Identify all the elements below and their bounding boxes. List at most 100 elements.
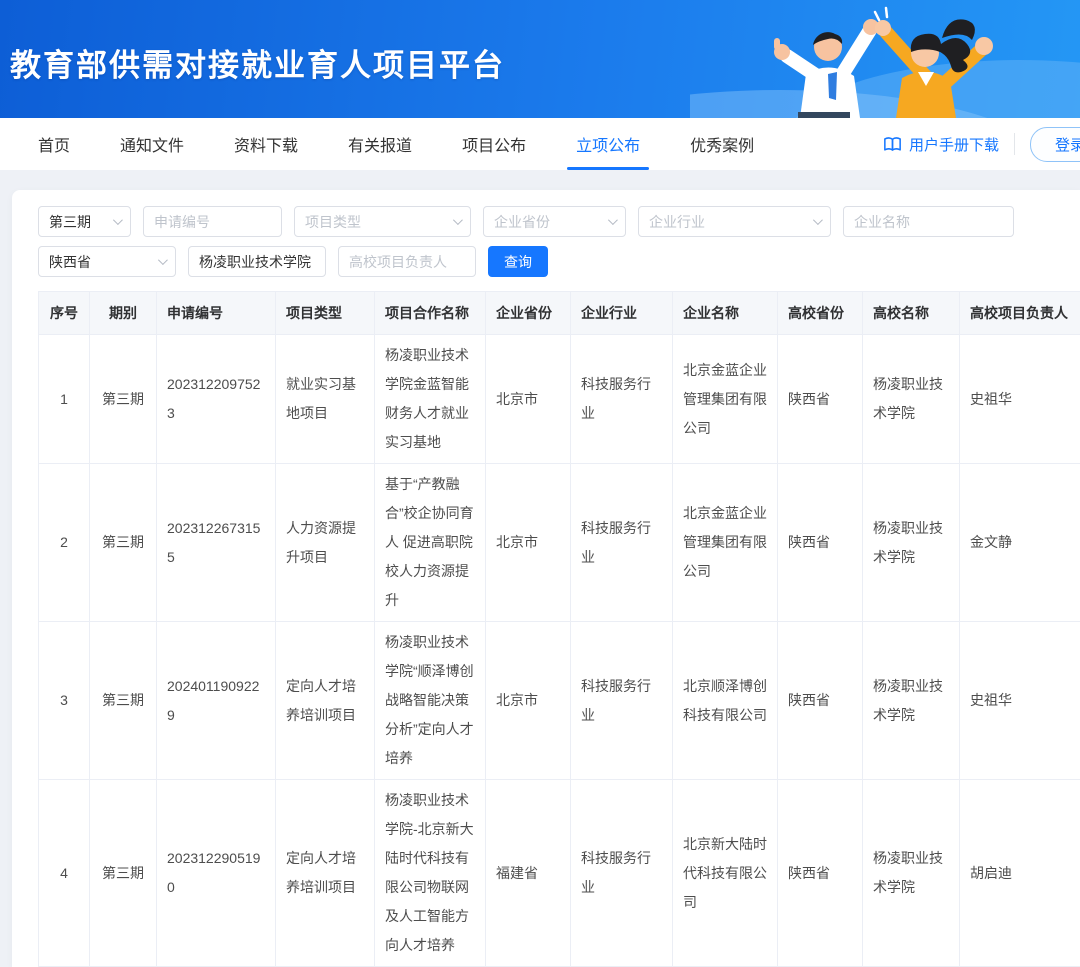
period-select-text: 第三期 [49,212,91,232]
table-cell: 定向人才培养培训项目 [276,622,375,780]
university-name-input[interactable]: 杨凌职业技术学院 [188,246,326,277]
table-cell: 3 [39,622,90,780]
column-header: 申请编号 [157,292,276,335]
table-row: 4第三期2023122905190定向人才培养培训项目杨凌职业技术学院-北京新大… [39,780,1080,967]
table-cell: 北京市 [486,464,571,622]
university-province-select[interactable]: 陕西省 [38,246,176,277]
book-icon [883,136,902,153]
table-cell: 福建省 [486,780,571,967]
enterprise-industry-select[interactable]: 企业行业 [638,206,831,237]
table-cell: 北京金蓝企业管理集团有限公司 [673,464,778,622]
table-cell: 基于“产教融合”校企协同育人 促进高职院校人力资源提升 [375,464,486,622]
enterprise-name-input-text: 企业名称 [854,212,910,232]
table-cell: 定向人才培养培训项目 [276,780,375,967]
table-cell: 杨凌职业技术学院 [863,780,960,967]
project-type-select[interactable]: 项目类型 [294,206,471,237]
column-header: 企业名称 [673,292,778,335]
site-banner: 教育部供需对接就业育人项目平台 [0,0,1080,118]
nav-tab[interactable]: 有关报道 [348,118,412,170]
column-header: 项目类型 [276,292,375,335]
enterprise-province-select[interactable]: 企业省份 [483,206,626,237]
table-cell: 北京市 [486,622,571,780]
university-leader-input-text: 高校项目负责人 [349,252,447,272]
nav-tab[interactable]: 首页 [38,118,70,170]
table-cell: 第三期 [90,780,157,967]
column-header: 企业行业 [571,292,673,335]
nav-tabs: 首页通知文件资料下载有关报道项目公布立项公布优秀案例 [38,118,754,170]
enterprise-name-input[interactable]: 企业名称 [843,206,1014,237]
table-cell: 1 [39,335,90,464]
table-cell: 北京市 [486,335,571,464]
table-row: 3第三期2024011909229定向人才培养培训项目杨凌职业技术学院“顺泽博创… [39,622,1080,780]
table-cell: 杨凌职业技术学院金蓝智能财务人才就业实习基地 [375,335,486,464]
university-name-input-text: 杨凌职业技术学院 [199,252,311,272]
table-row: 2第三期2023122673155人力资源提升项目基于“产教融合”校企协同育人 … [39,464,1080,622]
table-cell: 陕西省 [778,335,863,464]
table-cell: 2024011909229 [157,622,276,780]
column-header: 高校名称 [863,292,960,335]
column-header: 项目合作名称 [375,292,486,335]
table-cell: 陕西省 [778,464,863,622]
column-header: 高校项目负责人 [960,292,1080,335]
university-leader-input[interactable]: 高校项目负责人 [338,246,476,277]
table-cell: 2023122097523 [157,335,276,464]
table-cell: 杨凌职业技术学院 [863,335,960,464]
enterprise-industry-select-text: 企业行业 [649,212,705,232]
table-cell: 4 [39,780,90,967]
column-header: 序号 [39,292,90,335]
column-header: 期别 [90,292,157,335]
table-row: 1第三期2023122097523就业实习基地项目杨凌职业技术学院金蓝智能财务人… [39,335,1080,464]
table-cell: 陕西省 [778,780,863,967]
table-cell: 科技服务行业 [571,335,673,464]
table-cell: 第三期 [90,335,157,464]
table-cell: 2023122905190 [157,780,276,967]
table-cell: 就业实习基地项目 [276,335,375,464]
projects-table: 序号期别申请编号项目类型项目合作名称企业省份企业行业企业名称高校省份高校名称高校… [38,291,1080,967]
nav-right: 用户手册下载 登录 [883,127,1080,162]
application-number-input[interactable]: 申请编号 [143,206,282,237]
table-cell: 杨凌职业技术学院-北京新大陆时代科技有限公司物联网及人工智能方向人才培养 [375,780,486,967]
chevron-down-icon [113,215,123,225]
site-title: 教育部供需对接就业育人项目平台 [10,40,505,85]
university-province-select-text: 陕西省 [49,252,91,272]
table-cell: 北京金蓝企业管理集团有限公司 [673,335,778,464]
table-cell: 2 [39,464,90,622]
filter-row-1: 第三期 申请编号 项目类型 企业省份 企业行业 企业名称 [38,206,1080,237]
login-button[interactable]: 登录 [1030,127,1080,162]
table-cell: 陕西省 [778,622,863,780]
table-cell: 2023122673155 [157,464,276,622]
table-cell: 第三期 [90,622,157,780]
column-header: 企业省份 [486,292,571,335]
nav-tab[interactable]: 通知文件 [120,118,184,170]
nav-tab[interactable]: 优秀案例 [690,118,754,170]
table-cell: 科技服务行业 [571,780,673,967]
nav-tab[interactable]: 立项公布 [576,118,640,170]
chevron-down-icon [158,255,168,265]
table-cell: 科技服务行业 [571,622,673,780]
enterprise-province-select-text: 企业省份 [494,212,550,232]
nav-tab[interactable]: 项目公布 [462,118,526,170]
search-button[interactable]: 查询 [488,246,548,277]
chevron-down-icon [453,215,463,225]
table-header-row: 序号期别申请编号项目类型项目合作名称企业省份企业行业企业名称高校省份高校名称高校… [39,292,1080,335]
column-header: 高校省份 [778,292,863,335]
table-cell: 胡启迪 [960,780,1080,967]
high-five-illustration [690,0,1080,118]
table-cell: 北京新大陆时代科技有限公司 [673,780,778,967]
nav-tab[interactable]: 资料下载 [234,118,298,170]
user-manual-download-link[interactable]: 用户手册下载 [883,134,999,155]
main-nav: 首页通知文件资料下载有关报道项目公布立项公布优秀案例 用户手册下载 登录 [0,118,1080,170]
table-cell: 杨凌职业技术学院 [863,464,960,622]
table-cell: 史祖华 [960,335,1080,464]
nav-divider [1014,133,1015,155]
table-cell: 科技服务行业 [571,464,673,622]
content-card: 第三期申请编号项目类型企业省份企业行业企业名称 陕西省杨凌职业技术学院高校项目负… [12,190,1080,967]
table-cell: 北京顺泽博创科技有限公司 [673,622,778,780]
user-manual-label: 用户手册下载 [909,134,999,155]
project-type-select-text: 项目类型 [305,212,361,232]
application-number-input-text: 申请编号 [154,212,210,232]
chevron-down-icon [608,215,618,225]
filter-row-2: 陕西省 杨凌职业技术学院 高校项目负责人 查询 [38,246,1080,277]
period-select[interactable]: 第三期 [38,206,131,237]
table-cell: 杨凌职业技术学院 [863,622,960,780]
